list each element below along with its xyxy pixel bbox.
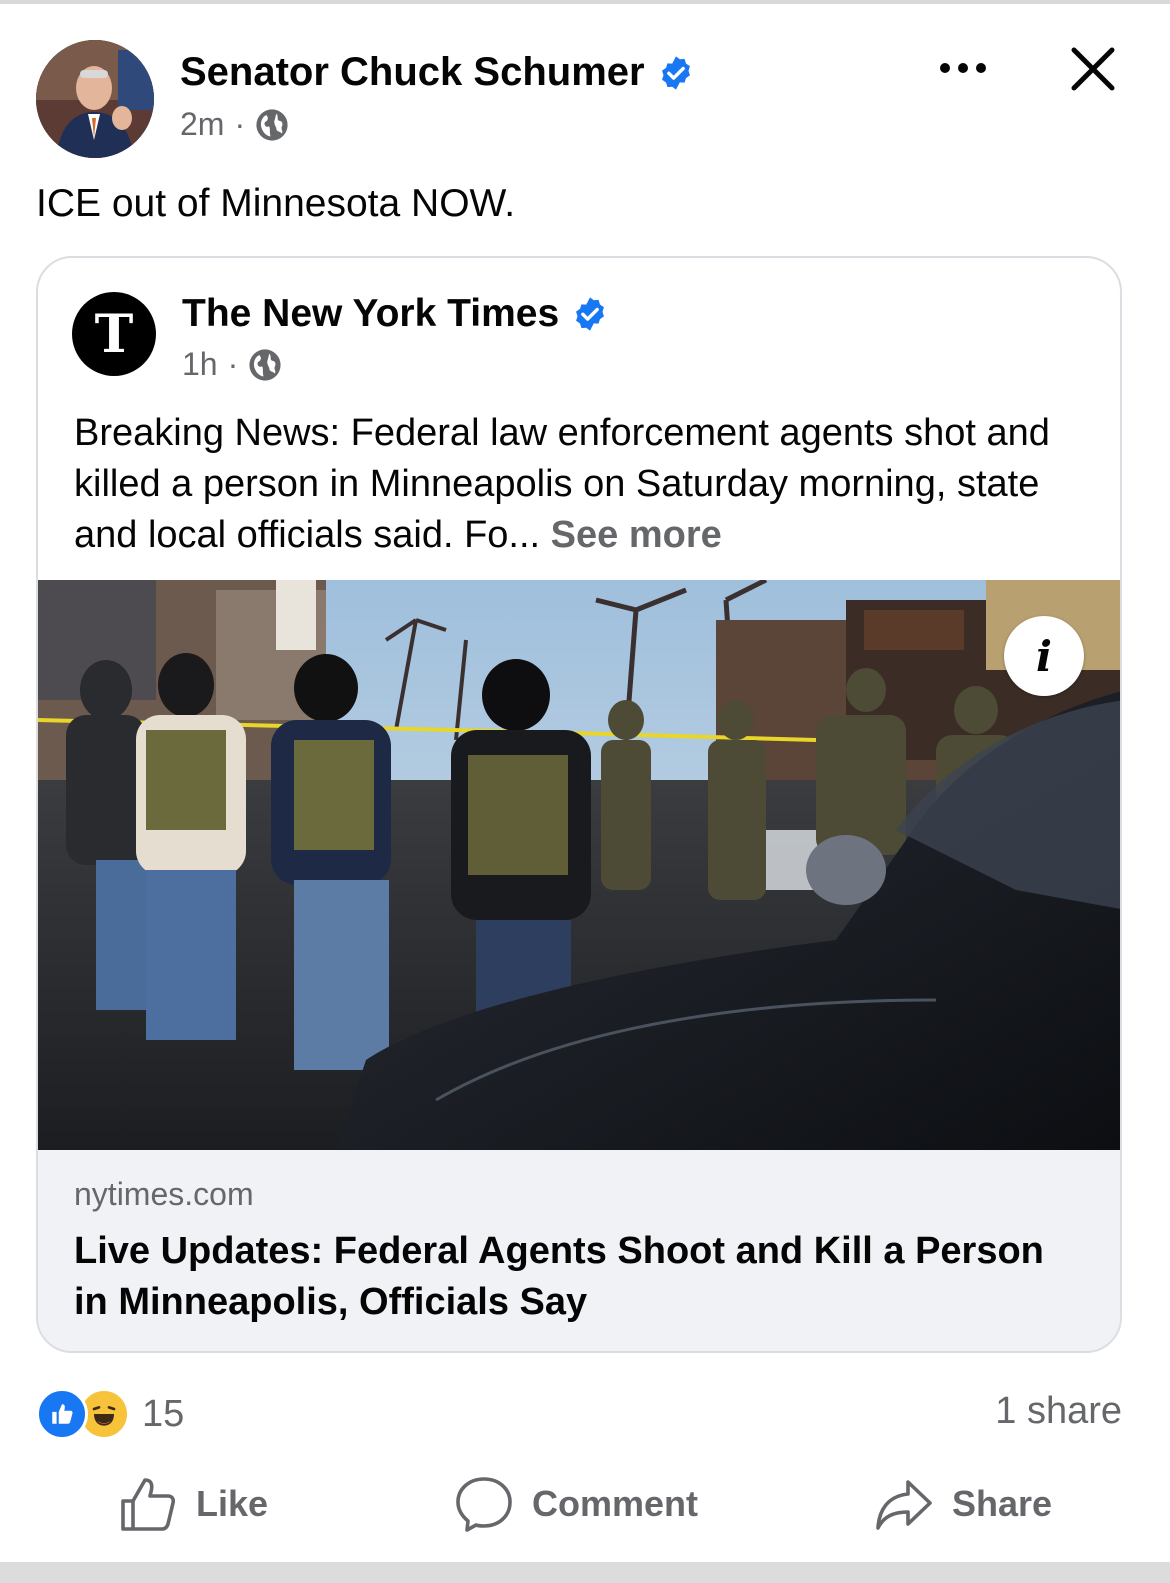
meta-separator: · [227,346,239,382]
share-icon [876,1480,932,1530]
info-icon: i [1036,631,1052,681]
bottom-divider [0,1562,1170,1583]
info-button[interactable]: i [1004,616,1084,696]
meta-separator: · [234,106,246,142]
like-icon [121,1478,176,1531]
nyt-logo-letter: T [94,303,134,365]
verified-badge-icon [571,295,609,333]
comment-button[interactable]: Comment [454,1472,698,1536]
close-icon[interactable] [1068,44,1118,94]
post-text: ICE out of Minnesota NOW. [36,182,516,225]
like-reaction-icon [36,1388,88,1440]
article-photo[interactable]: i [38,580,1120,1150]
link-domain: nytimes.com [74,1176,254,1212]
link-headline[interactable]: Live Updates: Federal Agents Shoot and K… [74,1226,1084,1328]
shared-source-name[interactable]: The New York Times [182,292,609,336]
shared-meta: 1h · [182,346,282,383]
post-time[interactable]: 2m [180,106,224,143]
post-meta: 2m · [180,106,289,143]
share-count[interactable]: 1 share [995,1390,1122,1433]
author-name[interactable]: Senator Chuck Schumer [180,50,695,95]
more-options-icon[interactable] [936,50,990,86]
shared-time[interactable]: 1h [182,346,218,383]
comment-label: Comment [532,1483,699,1524]
verified-badge-icon [657,54,695,92]
share-button[interactable]: Share [874,1472,1052,1536]
globe-icon [248,348,282,382]
author-avatar[interactable] [36,40,154,158]
shared-post-card[interactable]: T The New York Times 1h · Breaking News:… [36,256,1122,1353]
comment-icon [456,1477,512,1532]
like-label: Like [196,1483,269,1524]
see-more-link[interactable]: See more [551,514,722,556]
nyt-logo[interactable]: T [72,292,156,376]
globe-icon [255,108,289,142]
shared-source-text[interactable]: The New York Times [182,292,559,336]
like-button[interactable]: Like [118,1472,268,1536]
reactions-summary[interactable]: 15 [36,1388,184,1440]
link-preview-footer[interactable]: nytimes.com Live Updates: Federal Agents… [38,1150,1120,1351]
share-label: Share [952,1483,1053,1524]
reaction-count[interactable]: 15 [142,1393,184,1436]
shared-post-text: Breaking News: Federal law enforcement a… [74,408,1104,561]
top-divider [0,0,1170,4]
author-name-text[interactable]: Senator Chuck Schumer [180,50,645,95]
